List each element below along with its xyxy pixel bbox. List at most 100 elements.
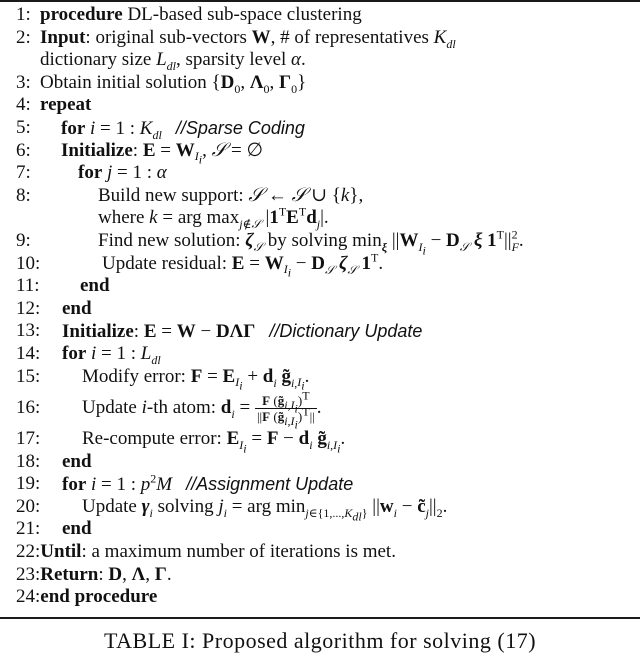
- algo-line-3: 3: Obtain initial solution {D0, Λ0, Γ0}: [16, 72, 640, 95]
- keyword-end: end: [80, 275, 110, 297]
- algo-line-18: 18: end: [16, 451, 640, 474]
- keyword-initialize: Initialize: [61, 139, 133, 161]
- math-expr: i: [90, 117, 96, 139]
- math-expr: 𝒮 ← 𝒮 ∪ {k},: [248, 184, 364, 206]
- algo-line-9: 9: Find new solution: ζ𝒮 by solving minξ…: [16, 227, 640, 258]
- fraction: F (g̃i,Ii)T ||F (g̃i,Ii)T||: [254, 388, 317, 432]
- line-number: 10:: [16, 252, 41, 274]
- algo-line-11: 11: end: [16, 275, 640, 298]
- line-text: Update residual:: [102, 252, 232, 274]
- line-number: 22:: [16, 541, 41, 563]
- algo-line-2-cont: dictionary size Ldl, sparsity level α.: [16, 49, 640, 72]
- keyword-for: for: [78, 162, 103, 184]
- comment: //Assignment Update: [186, 474, 354, 495]
- line-number: 16:: [16, 397, 41, 419]
- algo-line-2: 2: Input: original sub-vectors W, # of r…: [16, 27, 640, 50]
- algo-line-15: 15: Modify error: F = EIi + di g̃i,Ii.: [16, 365, 640, 393]
- line-number: 6:: [16, 139, 31, 161]
- math-expr: E = WIi − D𝒮 ζ𝒮 1T.: [231, 250, 384, 280]
- line-number: 2:: [16, 26, 31, 48]
- line-number: 15:: [16, 365, 41, 387]
- algo-line-24: 24:end procedure: [16, 586, 640, 609]
- line-number: 23:: [16, 563, 41, 585]
- algo-line-14: 14: for i = 1 : Ldl: [16, 343, 640, 366]
- line-text: Modify error:: [82, 365, 191, 387]
- math-expr: i = 1 : Ldl: [91, 342, 161, 367]
- keyword-for: for: [62, 474, 87, 496]
- algo-line-8-cont: where k = arg maxj∉𝒮 |1TETdj|.: [16, 205, 640, 232]
- math-expr: di = F (g̃i,Ii)T ||F (g̃i,Ii)T||.: [220, 388, 322, 432]
- line-text: DL-based sub-space clustering: [122, 4, 362, 25]
- algo-line-20: 20: Update γi solving ji = arg minj∈{1,.…: [16, 495, 640, 524]
- math-expr: D, Λ, Γ.: [108, 563, 172, 585]
- keyword-end: end: [62, 450, 92, 472]
- math-expr: minξ ||WIi − D𝒮 ξ 1T||2F.: [352, 227, 524, 258]
- line-text: : original sub-vectors: [85, 26, 252, 48]
- math-symbol: α: [291, 49, 302, 71]
- keyword-repeat: repeat: [40, 94, 92, 116]
- algo-line-21: 21: end: [16, 518, 640, 541]
- top-rule: [0, 0, 640, 2]
- line-number: 3:: [16, 71, 31, 93]
- math-symbol: Kdl: [139, 117, 162, 142]
- algo-line-10: 10: Update residual: E = WIi − D𝒮 ζ𝒮 1T.: [16, 250, 640, 280]
- line-text: Find new solution:: [98, 229, 246, 251]
- algo-line-16: 16: Update i-th atom: di = F (g̃i,Ii)T ||…: [16, 388, 640, 432]
- keyword-end-procedure: end procedure: [40, 586, 158, 608]
- comment: //Dictionary Update: [269, 321, 423, 342]
- algorithm-block: 1: procedure DL-based sub-space clusteri…: [16, 4, 640, 609]
- line-number: 1:: [16, 4, 31, 25]
- algo-line-22: 22:Until: a maximum number of iterations…: [16, 541, 640, 564]
- line-text: where: [98, 207, 150, 229]
- line-text: , # of representatives: [270, 26, 434, 48]
- keyword-initialize: Initialize: [62, 321, 134, 343]
- line-number: 20:: [16, 495, 41, 517]
- line-text: Re-compute error:: [82, 428, 227, 450]
- line-number: 13:: [16, 320, 41, 342]
- line-number: 7:: [16, 162, 31, 184]
- algo-line-19: 19: for i = 1 : p2M //Assignment Update: [16, 473, 640, 496]
- line-text: by solving: [262, 229, 353, 251]
- math-expr: E = W − DΛΓ: [143, 321, 256, 343]
- line-text: Obtain initial solution: [40, 71, 212, 93]
- bottom-rule: [0, 617, 640, 619]
- line-text: : a maximum number of iterations is met.: [81, 541, 396, 563]
- line-text: , sparsity level: [176, 49, 292, 71]
- algo-line-23: 23:Return: D, Λ, Γ.: [16, 563, 172, 585]
- math-expr: k = arg maxj∉𝒮 |1TETdj|.: [149, 205, 329, 232]
- line-number: 9:: [16, 229, 31, 251]
- math-expr: E = WIi, 𝒮 = ∅: [142, 139, 264, 167]
- line-text: -th atom:: [146, 397, 221, 419]
- keyword-input: Input: [40, 26, 86, 48]
- line-number: 4:: [16, 94, 31, 116]
- math-expr: ζ𝒮: [245, 229, 263, 254]
- line-number: 19:: [16, 473, 41, 495]
- line-number: 8:: [16, 184, 31, 206]
- keyword-for: for: [62, 342, 87, 364]
- line-number: 17:: [16, 428, 41, 450]
- line-number: 5:: [16, 116, 31, 138]
- line-text: solving: [152, 495, 219, 517]
- math-expr: ji = arg minj∈{1,...,Kdl} ||wi − c̃j||2.: [218, 495, 448, 524]
- algo-line-6: 6: Initialize: E = WIi, 𝒮 = ∅: [16, 139, 264, 167]
- keyword-return: Return: [40, 563, 99, 585]
- math-symbol: Ldl: [156, 49, 176, 73]
- line-number: 14:: [16, 342, 41, 364]
- math-expr: {D0, Λ0, Γ0}: [211, 71, 307, 96]
- math-expr: EIi = F − di g̃i,Ii.: [226, 428, 346, 456]
- algo-line-7: 7: for j = 1 : α: [16, 162, 640, 185]
- math-expr: γi: [141, 495, 153, 520]
- math-expr: F = EIi + di g̃i,Ii.: [190, 365, 310, 393]
- math-expr: j = 1 : α: [107, 162, 167, 184]
- line-text: Build new support:: [98, 184, 249, 206]
- algo-line-8: 8: Build new support: 𝒮 ← 𝒮 ∪ {k},: [16, 185, 640, 208]
- line-number: 12:: [16, 297, 41, 319]
- keyword-end: end: [62, 297, 92, 319]
- line-text: dictionary size: [40, 49, 157, 71]
- line-number: 21:: [16, 518, 41, 540]
- algo-line-12: 12: end: [16, 298, 640, 321]
- line-text: Update: [82, 397, 142, 419]
- table-caption: TABLE I: Proposed algorithm for solving …: [103, 628, 537, 653]
- keyword-for: for: [61, 117, 86, 139]
- comment: //Sparse Coding: [175, 117, 305, 138]
